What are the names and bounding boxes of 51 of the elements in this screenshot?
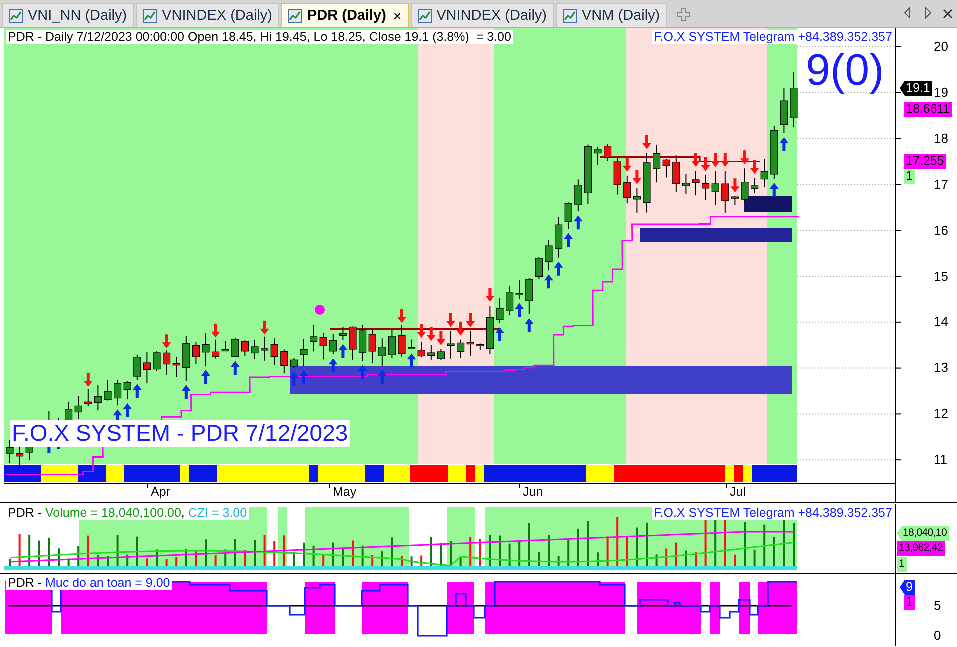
chart-caption: F.O.X SYSTEM - PDR 7/12/2023: [10, 420, 350, 447]
axis-label: May: [333, 485, 357, 499]
tab[interactable]: VNINDEX (Daily): [136, 3, 280, 27]
close-icon[interactable]: [942, 8, 954, 20]
value-label: 18.6611: [904, 102, 952, 117]
value-label: 9: [900, 580, 915, 595]
value-label: 17.255: [904, 154, 946, 169]
value-label: 18,040,10: [897, 526, 950, 541]
chart-icon: [418, 8, 432, 22]
axis-label: 11: [934, 452, 948, 468]
zone-block: [710, 582, 720, 634]
value-label: 1: [904, 169, 915, 184]
zone-block: [739, 582, 750, 634]
axis-label: 13: [934, 360, 948, 376]
add-tab-icon: [677, 8, 692, 22]
chart-legend: PDR - Muc do an toan = 9.00: [6, 576, 172, 590]
axis-label: 20: [934, 39, 948, 55]
axis-label: 5: [934, 598, 942, 614]
axis-label: 12: [934, 406, 948, 422]
tab[interactable]: PDR (Daily) ×: [281, 3, 409, 27]
chart-icon: [143, 8, 158, 22]
chart-icon: [288, 8, 302, 22]
axis-label: 18: [934, 130, 948, 147]
axis-label: Apr: [151, 485, 170, 499]
chart-legend: PDR - Daily 7/12/2023 00:00:00 Open 18.45, Hi 19.45, Lo 18.25, Close 19.1 (3.8%) = 3.00: [6, 30, 514, 44]
axis-label: 16: [934, 222, 948, 239]
tab[interactable]: VNINDEX (Daily): [410, 3, 554, 27]
value-label: 1: [904, 595, 915, 610]
axis-label: 15: [934, 268, 948, 284]
value-label: 1: [897, 557, 907, 572]
chart-legend: PDR - Volume = 18,040,100.00, CZI = 3.00: [6, 506, 250, 520]
chart-signature: F.O.X SYSTEM Telegram +84.389.352.357: [652, 506, 894, 520]
zone-block: [758, 582, 797, 634]
axis-label: Jun: [523, 485, 544, 499]
value-label: 19.1: [900, 81, 932, 96]
value-label: 13,962,42: [897, 541, 946, 556]
zone-block: [637, 582, 701, 634]
chart-icon: [9, 8, 23, 22]
tab[interactable]: VNM (Daily): [556, 3, 668, 27]
axis-label: Jul: [730, 485, 746, 499]
axis-label: 19: [934, 84, 948, 101]
axis-label: 0: [934, 628, 942, 644]
axis-label: 14: [934, 314, 948, 330]
close-button[interactable]: ×: [393, 8, 402, 24]
chart-signature: F.O.X SYSTEM Telegram +84.389.352.357: [652, 30, 894, 44]
tab[interactable]: VNI_NN (Daily): [2, 3, 134, 27]
count-label: 9(0): [806, 46, 884, 96]
chart-icon: [563, 8, 577, 22]
axis-label: 17: [934, 176, 948, 193]
zone-block: [362, 582, 408, 634]
zone-block: [305, 582, 335, 634]
